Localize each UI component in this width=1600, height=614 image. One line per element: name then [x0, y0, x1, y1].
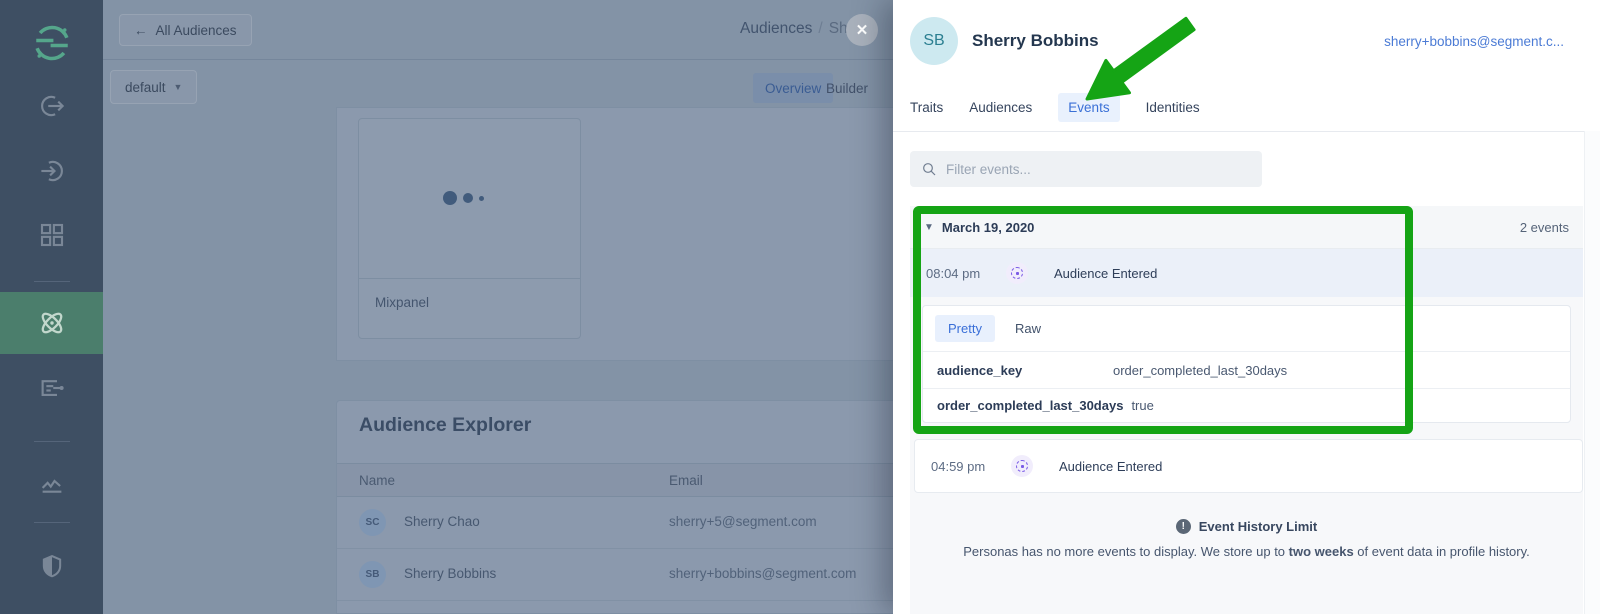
- destinations-icon: [37, 156, 67, 186]
- audience-event-icon: [1006, 262, 1028, 284]
- event-count: 2 events: [1520, 220, 1569, 235]
- event-detail-card: Pretty Raw audience_key order_completed_…: [922, 305, 1571, 423]
- sidebar-item-journeys[interactable]: [0, 358, 103, 418]
- events-list: ▼ March 19, 2020 2 events 08:04 pm Audie…: [910, 206, 1583, 614]
- analytics-chart-icon: [37, 471, 67, 501]
- destination-card-title: Mixpanel: [375, 295, 429, 310]
- segment-logo-icon: [31, 22, 73, 64]
- event-row-expanded[interactable]: 08:04 pm Audience Entered: [910, 249, 1583, 297]
- profile-side-panel: SB Sherry Bobbins sherry+bobbins@segment…: [893, 0, 1600, 614]
- destinations-panel: Mixpanel: [336, 107, 896, 361]
- column-header-name: Name: [359, 473, 395, 488]
- detail-view-toggle: Pretty Raw: [923, 306, 1570, 352]
- profile-email-link[interactable]: sherry+bobbins@segment.c...: [1384, 34, 1564, 49]
- avatar: SC: [359, 509, 386, 536]
- profile-tabs: Traits Audiences Events Identities: [910, 93, 1200, 122]
- sources-icon: [37, 91, 67, 121]
- sidebar-divider: [34, 441, 70, 442]
- event-history-limit-text: Personas has no more events to display. …: [910, 544, 1583, 559]
- card-divider: [359, 278, 580, 279]
- column-header-email: Email: [669, 473, 703, 488]
- tab-events[interactable]: Events: [1058, 93, 1119, 122]
- scrollbar-track[interactable]: [1584, 131, 1600, 614]
- mixpanel-logo-icon: [443, 191, 484, 205]
- date-label: March 19, 2020: [942, 220, 1035, 235]
- journeys-icon: [37, 373, 67, 403]
- sidebar-item-personas[interactable]: [0, 292, 103, 354]
- pretty-toggle-button[interactable]: Pretty: [935, 315, 995, 342]
- back-arrow-icon: ←: [134, 23, 148, 38]
- sidebar-item-privacy[interactable]: [0, 536, 103, 596]
- sidebar-divider: [34, 522, 70, 523]
- close-panel-button[interactable]: ✕: [846, 14, 878, 46]
- sidebar-item-sources[interactable]: [0, 76, 103, 136]
- breadcrumb-section[interactable]: Audiences: [740, 20, 812, 37]
- profile-name: Sherry Bobbins: [972, 31, 1099, 51]
- raw-toggle-button[interactable]: Raw: [1015, 321, 1041, 336]
- event-row-collapsed[interactable]: 04:59 pm Audience Entered: [914, 439, 1583, 493]
- sidebar-item-catalog[interactable]: [0, 205, 103, 265]
- app-sidebar: [0, 0, 103, 614]
- info-alert-icon: !: [1176, 519, 1191, 534]
- personas-atom-icon: [36, 307, 68, 339]
- catalog-grid-icon: [37, 220, 67, 250]
- audience-explorer-title: Audience Explorer: [359, 414, 531, 437]
- destination-card-mixpanel[interactable]: Mixpanel: [358, 118, 581, 339]
- event-property-row: audience_key order_completed_last_30days: [923, 352, 1570, 389]
- space-dropdown[interactable]: default ▼: [110, 70, 197, 104]
- event-date-group-header[interactable]: ▼ March 19, 2020 2 events: [910, 206, 1583, 249]
- back-to-all-audiences-button[interactable]: ← All Audiences: [119, 14, 252, 46]
- divider: [893, 131, 1600, 132]
- audience-event-icon: [1011, 455, 1033, 477]
- privacy-shield-icon: [38, 552, 66, 580]
- sidebar-divider: [34, 281, 70, 282]
- event-name: Audience Entered: [1054, 266, 1157, 281]
- filter-events-search: [910, 151, 1262, 187]
- event-history-limit-notice: ! Event History Limit Personas has no mo…: [910, 519, 1583, 559]
- tab-builder[interactable]: Builder: [826, 73, 868, 103]
- tab-audiences[interactable]: Audiences: [969, 93, 1032, 122]
- event-time: 08:04 pm: [926, 266, 988, 281]
- tab-identities[interactable]: Identities: [1146, 93, 1200, 122]
- search-icon: [921, 161, 937, 177]
- sidebar-item-analytics[interactable]: [0, 456, 103, 516]
- collapse-caret-icon: ▼: [924, 222, 934, 233]
- tab-overview[interactable]: Overview: [753, 73, 833, 103]
- tab-traits[interactable]: Traits: [910, 93, 943, 122]
- avatar: SB: [910, 17, 958, 65]
- event-property-row: order_completed_last_30days true: [923, 389, 1570, 422]
- filter-events-input[interactable]: [946, 151, 1246, 187]
- chevron-down-icon: ▼: [174, 82, 183, 92]
- sidebar-item-destinations[interactable]: [0, 141, 103, 201]
- event-time: 04:59 pm: [931, 459, 993, 474]
- event-name: Audience Entered: [1059, 459, 1162, 474]
- avatar: SB: [359, 561, 386, 588]
- sidebar-item-home[interactable]: [0, 13, 103, 73]
